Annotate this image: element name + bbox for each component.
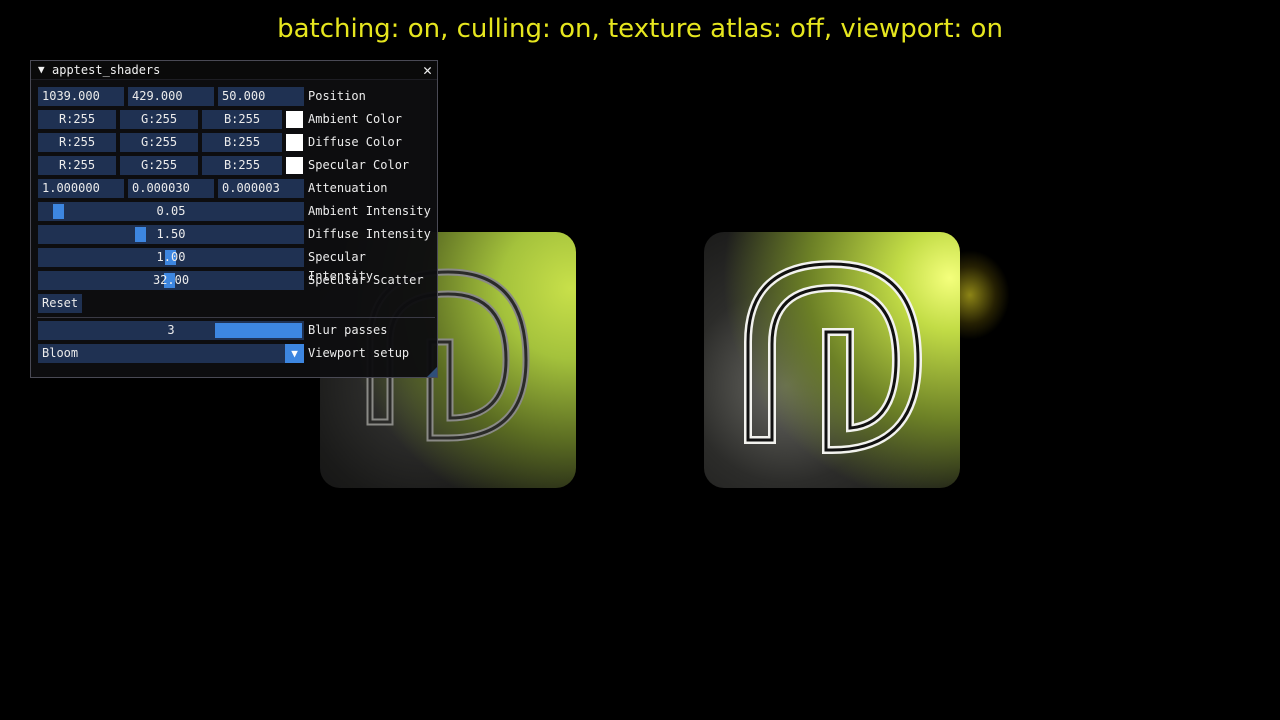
- slider-value: 1.50: [156, 227, 186, 241]
- position-label: Position: [308, 89, 366, 103]
- chevron-down-icon[interactable]: ▼: [285, 344, 304, 363]
- position-z-input[interactable]: 50.000: [218, 87, 304, 106]
- ambient-color-r[interactable]: R:255: [38, 110, 116, 129]
- viewport-setup-value: Bloom: [42, 346, 79, 360]
- slider-value: 1.00: [156, 250, 186, 264]
- status-line: batching: on, culling: on, texture atlas…: [277, 14, 1003, 44]
- diffuse-intensity-slider[interactable]: 1.50: [38, 225, 304, 244]
- specular-color-g[interactable]: G:255: [120, 156, 198, 175]
- blur-passes-slider[interactable]: 3: [38, 321, 304, 340]
- viewport-setup-label: Viewport setup: [308, 346, 410, 360]
- attenuation-constant-input[interactable]: 1.000000: [38, 179, 124, 198]
- diffuse-color-g[interactable]: G:255: [120, 133, 198, 152]
- attenuation-linear-input[interactable]: 0.000030: [128, 179, 214, 198]
- close-icon[interactable]: ✕: [423, 61, 432, 79]
- attenuation-quadratic-input[interactable]: 0.000003: [218, 179, 304, 198]
- attenuation-label: Attenuation: [308, 181, 388, 195]
- diffuse-color-b[interactable]: B:255: [202, 133, 282, 152]
- position-x-input[interactable]: 1039.000: [38, 87, 124, 106]
- specular-scatter-label: Specular Scatter: [308, 273, 424, 287]
- slider-value: 32.00: [152, 273, 190, 287]
- separator: [37, 317, 435, 318]
- ambient-intensity-label: Ambient Intensity: [308, 204, 431, 218]
- ambient-color-g[interactable]: G:255: [120, 110, 198, 129]
- triangle-down-icon[interactable]: ▼: [38, 63, 45, 76]
- specular-color-b[interactable]: B:255: [202, 156, 282, 175]
- viewport-setup-select[interactable]: Bloom ▼: [38, 344, 304, 363]
- shader-panel: ▼ apptest_shaders ✕ 1039.000 429.000 50.…: [30, 60, 438, 378]
- blur-passes-label: Blur passes: [308, 323, 388, 337]
- position-y-input[interactable]: 429.000: [128, 87, 214, 106]
- ambient-intensity-slider[interactable]: 0.05: [38, 202, 304, 221]
- panel-titlebar[interactable]: ▼ apptest_shaders ✕: [31, 61, 437, 80]
- sprite-right: [704, 232, 960, 488]
- slider-value: 3: [167, 323, 175, 337]
- specular-color-swatch[interactable]: [286, 157, 303, 174]
- ambient-color-label: Ambient Color: [308, 112, 402, 126]
- ambient-color-b[interactable]: B:255: [202, 110, 282, 129]
- ambient-color-swatch[interactable]: [286, 111, 303, 128]
- reset-button[interactable]: Reset: [38, 294, 83, 313]
- d-logo-icon: [744, 259, 923, 454]
- panel-title: apptest_shaders: [52, 63, 161, 77]
- diffuse-color-label: Diffuse Color: [308, 135, 402, 149]
- diffuse-color-swatch[interactable]: [286, 134, 303, 151]
- slider-value: 0.05: [156, 204, 186, 218]
- specular-scatter-slider[interactable]: 32.00: [38, 271, 304, 290]
- diffuse-color-r[interactable]: R:255: [38, 133, 116, 152]
- specular-intensity-slider[interactable]: 1.00: [38, 248, 304, 267]
- diffuse-intensity-label: Diffuse Intensity: [308, 227, 431, 241]
- resize-grip[interactable]: [427, 367, 437, 377]
- specular-color-label: Specular Color: [308, 158, 410, 172]
- specular-color-r[interactable]: R:255: [38, 156, 116, 175]
